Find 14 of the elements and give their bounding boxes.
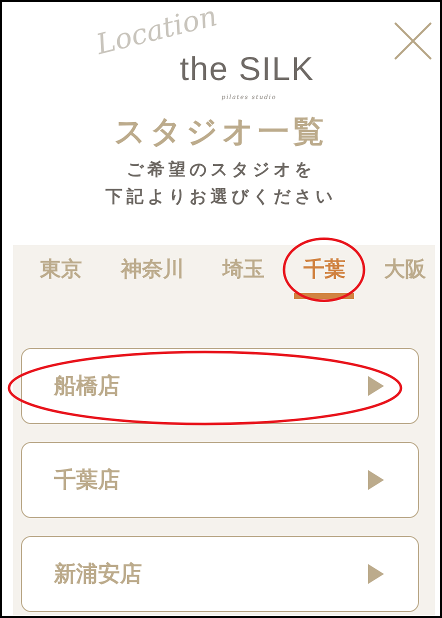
brand-name: the SILK	[180, 52, 314, 85]
region-tab[interactable]: 東京	[31, 251, 91, 299]
page-title: スタジオ一覧	[114, 114, 328, 152]
region-tab[interactable]: 神奈川	[112, 251, 193, 299]
studio-link[interactable]: 千葉店	[21, 442, 419, 518]
studio-link[interactable]: 船橋店	[21, 348, 419, 424]
close-icon[interactable]	[394, 22, 432, 60]
play-arrow-icon	[368, 470, 384, 490]
play-arrow-icon	[368, 564, 384, 584]
studio-link[interactable]: 新浦安店	[21, 536, 419, 612]
region-tab[interactable]: 埼玉	[214, 251, 274, 299]
instructions-text: ご希望のスタジオを 下記よりお選びください	[106, 159, 336, 210]
play-arrow-icon	[368, 376, 384, 396]
region-tab[interactable]: 大阪	[375, 251, 435, 299]
